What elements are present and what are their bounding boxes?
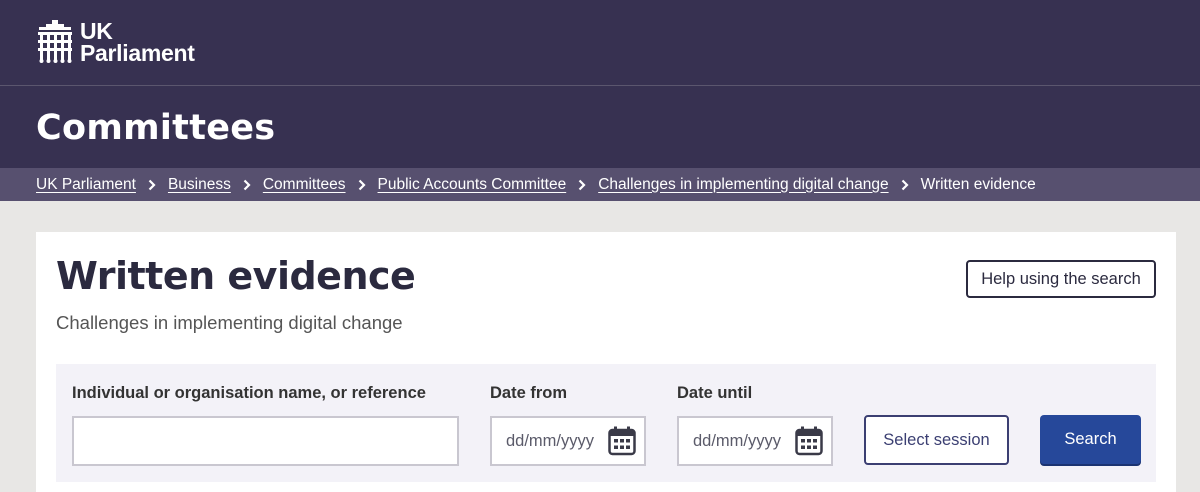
breadcrumb: UK Parliament Business Committees Public… (0, 168, 1200, 201)
help-search-button[interactable]: Help using the search (966, 260, 1156, 298)
date-from-input[interactable]: dd/mm/yyyy (490, 416, 646, 466)
breadcrumb-current: Written evidence (920, 175, 1036, 193)
date-from-placeholder: dd/mm/yyyy (506, 431, 595, 450)
name-search-input[interactable] (72, 416, 459, 466)
logo-line-parliament: Parliament (80, 40, 195, 66)
section-title[interactable]: Committees (36, 108, 275, 148)
chevron-right-icon (901, 179, 909, 191)
breadcrumb-uk-parliament[interactable]: UK Parliament (36, 176, 136, 194)
calendar-icon[interactable] (608, 426, 636, 456)
chevron-right-icon (578, 179, 586, 191)
chevron-right-icon (148, 179, 156, 191)
breadcrumb-committees[interactable]: Committees (263, 176, 346, 194)
search-filters: Individual or organisation name, or refe… (56, 364, 1156, 482)
name-field-label: Individual or organisation name, or refe… (72, 384, 426, 402)
breadcrumb-business[interactable]: Business (168, 176, 231, 194)
chevron-right-icon (358, 179, 366, 191)
date-until-placeholder: dd/mm/yyyy (693, 431, 782, 450)
section-banner: Committees (0, 86, 1200, 168)
date-until-label: Date until (677, 384, 753, 402)
breadcrumb-public-accounts-committee[interactable]: Public Accounts Committee (378, 176, 567, 194)
calendar-icon[interactable] (795, 426, 823, 456)
search-button[interactable]: Search (1040, 415, 1141, 464)
chevron-right-icon (243, 179, 251, 191)
site-header: UK Parliament (0, 0, 1200, 86)
uk-parliament-logo[interactable]: UK Parliament (36, 18, 195, 66)
breadcrumb-inquiry[interactable]: Challenges in implementing digital chang… (598, 176, 888, 194)
select-session-button[interactable]: Select session (864, 415, 1009, 465)
portcullis-icon (38, 20, 72, 63)
search-card: Written evidence Challenges in implement… (36, 232, 1176, 492)
logo-line-uk: UK (80, 18, 113, 44)
page-subtitle: Challenges in implementing digital chang… (56, 312, 403, 333)
date-from-label: Date from (490, 384, 568, 402)
page-title: Written evidence (56, 254, 416, 298)
date-until-input[interactable]: dd/mm/yyyy (677, 416, 833, 466)
